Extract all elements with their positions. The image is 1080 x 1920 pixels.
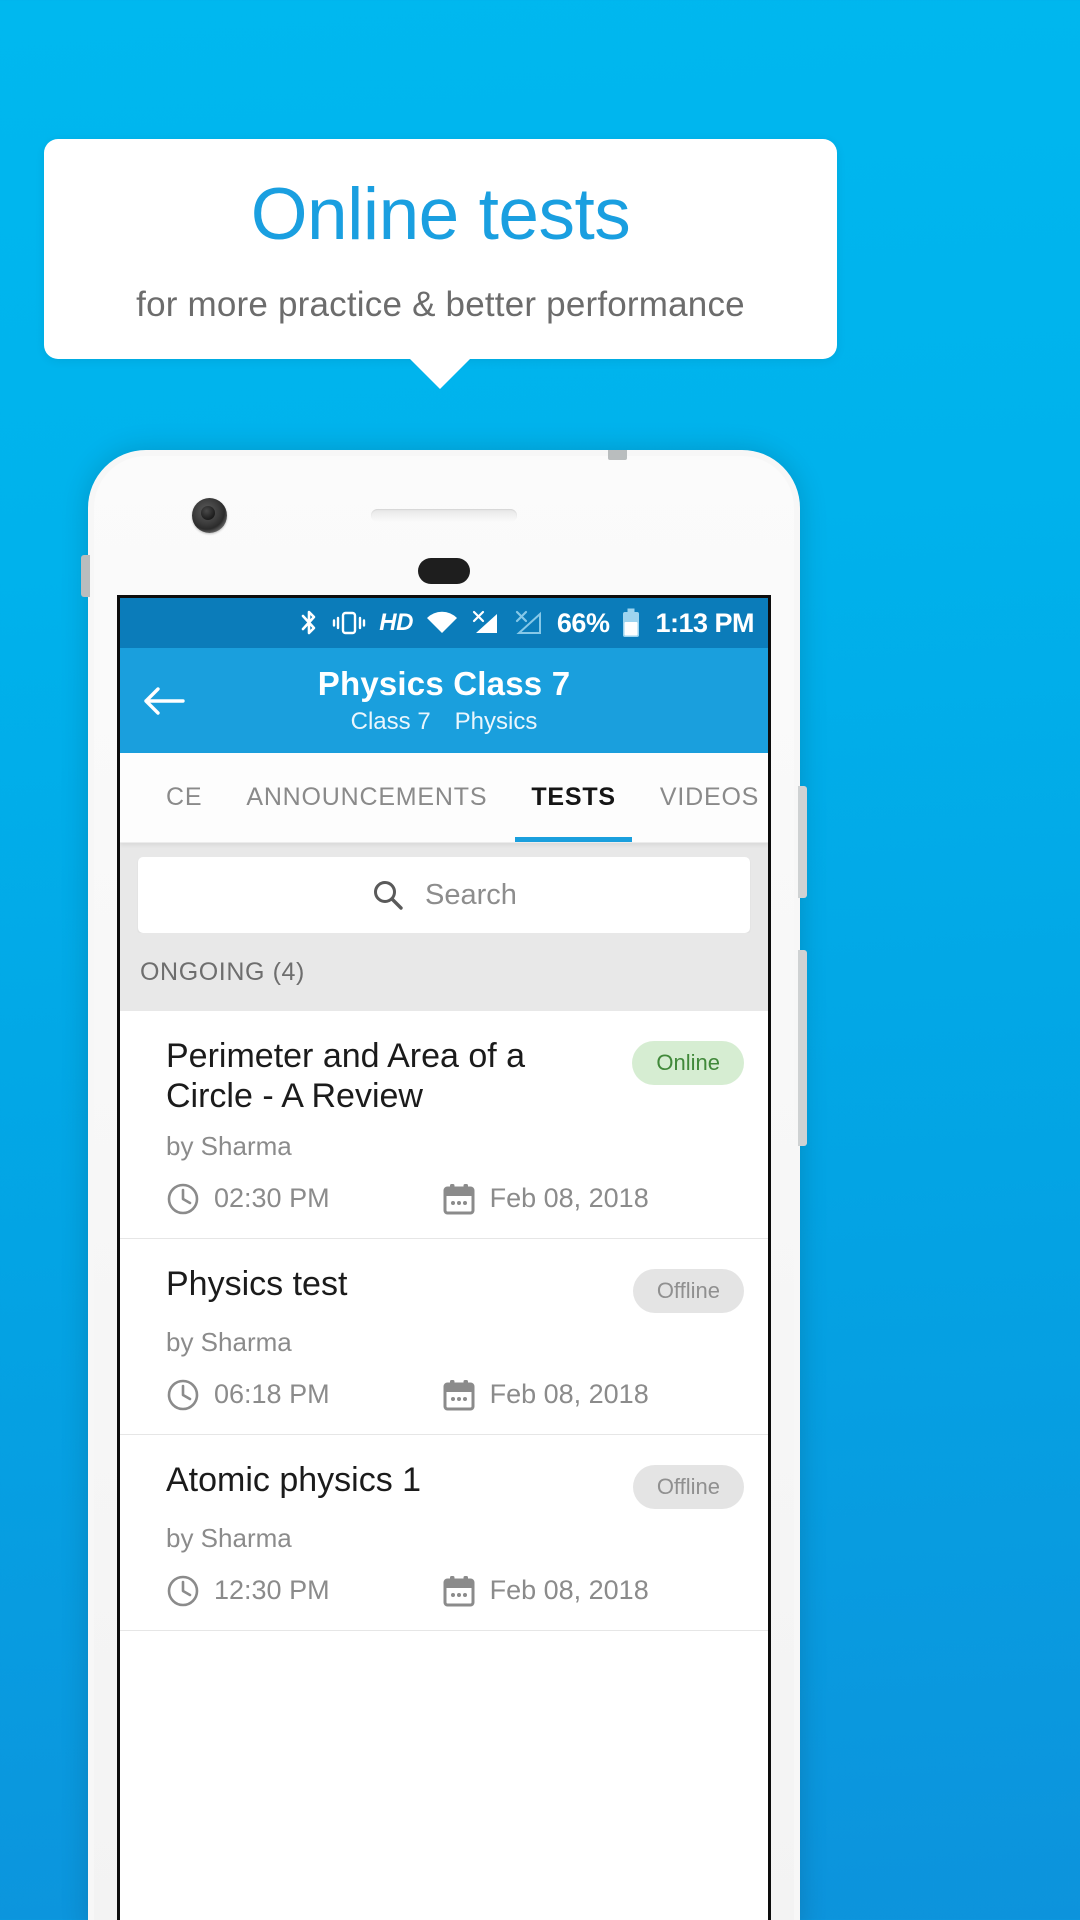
phone-screen: HD 66% 1:13 PM Physics Class 7 Class 7 P…: [117, 595, 771, 1920]
breadcrumb-class: Class 7: [350, 708, 431, 735]
promo-title: Online tests: [250, 173, 631, 255]
test-meta-row: 02:30 PM Feb 08, 2018: [166, 1182, 744, 1216]
test-time-label: 06:18 PM: [214, 1379, 330, 1410]
bluetooth-icon: [299, 608, 319, 638]
list-item[interactable]: Physics test Offline by Sharma 06:18 PM: [120, 1239, 768, 1435]
test-author: by Sharma: [166, 1522, 292, 1553]
status-badge: Online: [632, 1041, 744, 1085]
test-time: 06:18 PM: [166, 1378, 330, 1412]
test-time: 12:30 PM: [166, 1574, 330, 1608]
breadcrumb: Class 7 Physics: [351, 708, 538, 736]
test-time: 02:30 PM: [166, 1182, 330, 1216]
back-arrow-icon[interactable]: [138, 675, 190, 727]
status-bar: HD 66% 1:13 PM: [120, 598, 768, 648]
calendar-icon: [442, 1182, 476, 1216]
list-item[interactable]: Atomic physics 1 Offline by Sharma 12:30…: [120, 1435, 768, 1631]
search-placeholder: Search: [425, 878, 517, 911]
promo-callout: Online tests for more practice & better …: [44, 139, 837, 359]
test-date-label: Feb 08, 2018: [489, 1379, 649, 1410]
test-author: by Sharma: [166, 1130, 292, 1161]
clock-icon: [166, 1378, 200, 1412]
clock-icon: [166, 1574, 200, 1608]
test-meta-row: 06:18 PM Feb 08, 2018: [166, 1378, 744, 1412]
signal-no-sim-1-icon: [471, 610, 501, 636]
phone-top-antenna-mark: [608, 450, 627, 460]
phone-mockup: HD 66% 1:13 PM Physics Class 7 Class 7 P…: [81, 450, 807, 1920]
tab-videos[interactable]: VIDEOS: [638, 753, 768, 842]
test-date: Feb 08, 2018: [442, 1378, 649, 1412]
breadcrumb-subject: Physics: [454, 708, 538, 735]
list-item[interactable]: Perimeter and Area of a Circle - A Revie…: [120, 1011, 768, 1239]
app-bar-text-block: Physics Class 7 Class 7 Physics: [120, 648, 768, 753]
test-author: by Sharma: [166, 1326, 292, 1357]
battery-percent-label: 66%: [556, 607, 610, 638]
tab-bar: CE ANNOUNCEMENTS TESTS VIDEOS: [120, 753, 768, 843]
search-input[interactable]: Search: [138, 857, 750, 933]
test-title: Perimeter and Area of a Circle - A Revie…: [166, 1037, 526, 1115]
test-card-header: Physics test Offline: [166, 1265, 744, 1313]
calendar-icon: [442, 1574, 476, 1608]
test-title: Physics test: [166, 1264, 348, 1303]
test-title: Atomic physics 1: [166, 1460, 422, 1499]
tab-announcements[interactable]: ANNOUNCEMENTS: [224, 753, 509, 842]
test-date-label: Feb 08, 2018: [489, 1183, 649, 1214]
signal-no-sim-2-icon: [514, 610, 544, 636]
section-header-ongoing: ONGOING (4): [120, 933, 768, 1011]
page-title: Physics Class 7: [317, 665, 571, 702]
tests-list: Perimeter and Area of a Circle - A Revie…: [120, 1011, 768, 1631]
tab-ce[interactable]: CE: [144, 753, 224, 842]
promo-subtitle: for more practice & better performance: [136, 284, 745, 324]
status-badge: Offline: [632, 1268, 744, 1313]
battery-icon: [622, 608, 640, 638]
test-card-header: Perimeter and Area of a Circle - A Revie…: [166, 1037, 744, 1117]
test-meta-row: 12:30 PM Feb 08, 2018: [166, 1574, 744, 1608]
hd-icon: HD: [379, 609, 413, 636]
clock-icon: [166, 1182, 200, 1216]
test-time-label: 02:30 PM: [214, 1183, 330, 1214]
phone-volume-button[interactable]: [798, 950, 807, 1146]
earpiece-speaker: [371, 509, 517, 522]
tab-tests[interactable]: TESTS: [509, 753, 638, 842]
wifi-icon: [426, 611, 458, 635]
status-bar-clock: 1:13 PM: [655, 607, 754, 638]
search-icon: [371, 878, 405, 912]
front-camera-icon: [192, 498, 227, 533]
test-date: Feb 08, 2018: [442, 1574, 649, 1608]
test-card-header: Atomic physics 1 Offline: [166, 1461, 744, 1509]
proximity-sensor: [418, 558, 470, 584]
promo-callout-tail: [409, 358, 471, 389]
test-date-label: Feb 08, 2018: [489, 1575, 649, 1606]
phone-power-button[interactable]: [798, 786, 807, 898]
test-date: Feb 08, 2018: [442, 1182, 649, 1216]
phone-left-button[interactable]: [81, 555, 90, 597]
search-section: Search: [120, 843, 768, 933]
test-time-label: 12:30 PM: [214, 1575, 330, 1606]
app-bar: Physics Class 7 Class 7 Physics: [120, 648, 768, 753]
vibrate-icon: [332, 609, 366, 637]
calendar-icon: [442, 1378, 476, 1412]
status-badge: Offline: [632, 1464, 744, 1509]
